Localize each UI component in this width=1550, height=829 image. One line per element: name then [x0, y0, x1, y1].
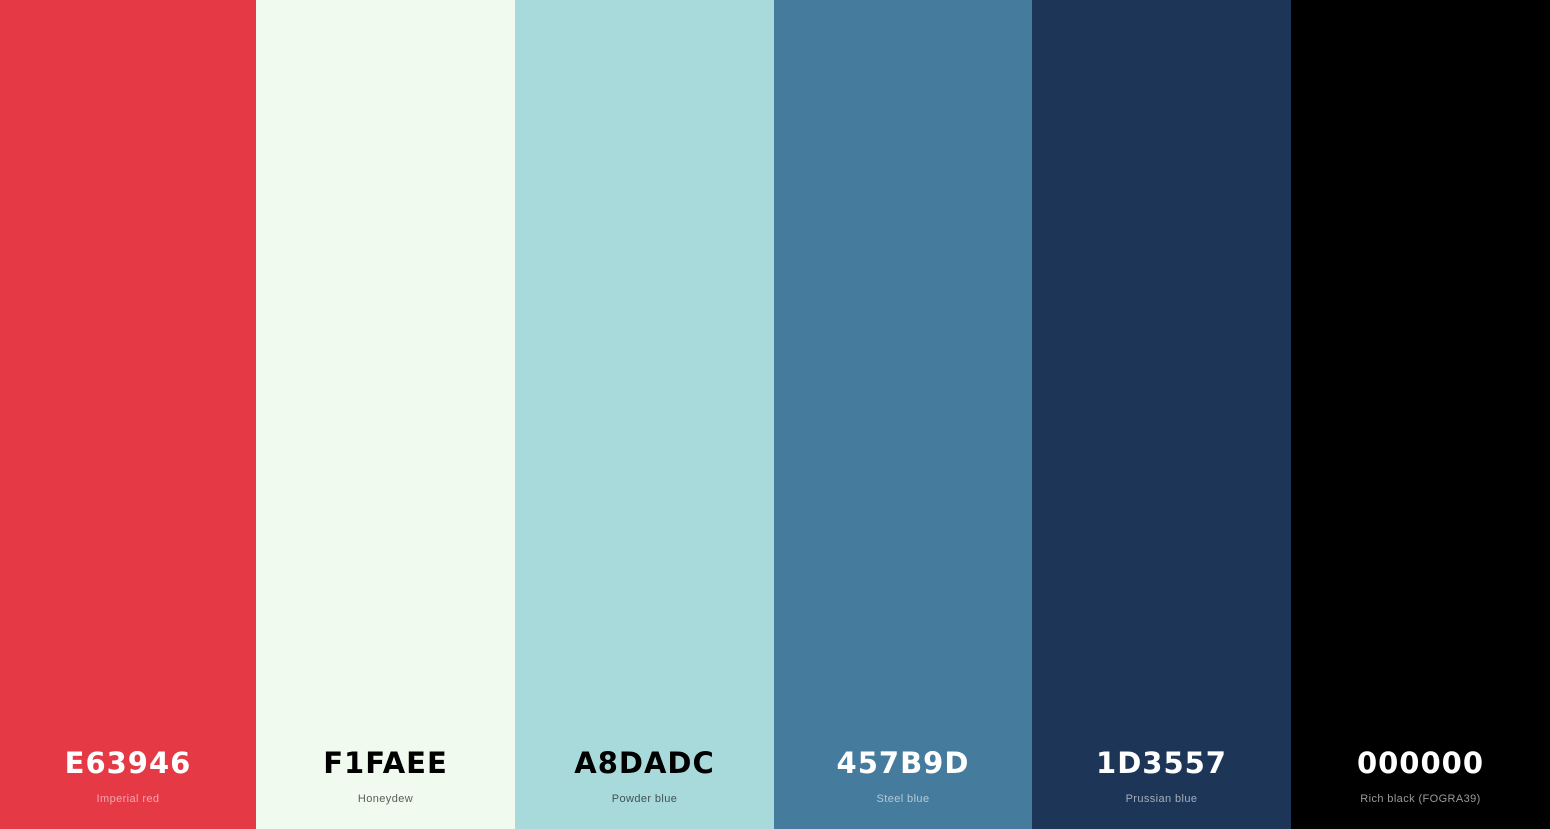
hex-code[interactable]: E63946: [0, 745, 256, 781]
color-swatch-prussian-blue[interactable]: 1D3557 Prussian blue: [1032, 0, 1291, 829]
color-name: Steel blue: [876, 793, 930, 805]
hex-code[interactable]: A8DADC: [515, 745, 774, 781]
color-swatch-rich-black[interactable]: 000000 Rich black (FOGRA39): [1291, 0, 1550, 829]
color-swatch-steel-blue[interactable]: 457B9D Steel blue: [774, 0, 1032, 829]
color-swatch-powder-blue[interactable]: A8DADC Powder blue: [515, 0, 774, 829]
hex-code[interactable]: 1D3557: [1032, 745, 1291, 781]
color-swatch-honeydew[interactable]: F1FAEE Honeydew: [256, 0, 515, 829]
hex-code[interactable]: 457B9D: [774, 745, 1032, 781]
color-name: Prussian blue: [1125, 793, 1198, 805]
hex-code[interactable]: F1FAEE: [256, 745, 515, 781]
color-palette: E63946 Imperial red F1FAEE Honeydew A8DA…: [0, 0, 1550, 829]
color-name: Powder blue: [611, 793, 678, 805]
hex-code[interactable]: 000000: [1291, 745, 1550, 781]
color-name: Imperial red: [96, 793, 160, 805]
color-name: Rich black (FOGRA39): [1360, 793, 1481, 805]
color-name: Honeydew: [357, 793, 414, 805]
color-swatch-imperial-red[interactable]: E63946 Imperial red: [0, 0, 256, 829]
